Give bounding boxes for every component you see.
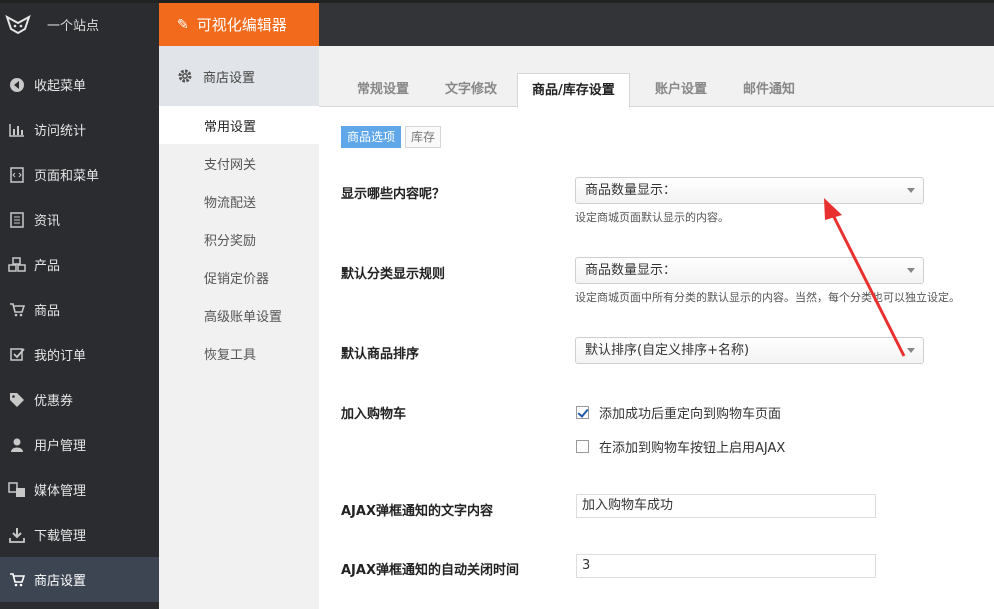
sidebar-item-label: 访问统计	[34, 124, 87, 139]
cart-redirect-checkbox[interactable]	[576, 406, 589, 419]
cart-redirect-option[interactable]: 添加成功后重定向到购物车页面	[576, 403, 781, 422]
user-icon	[8, 437, 26, 453]
site-name: 一个站点	[47, 19, 100, 34]
submenu-item-points[interactable]: 积分奖励	[159, 220, 319, 258]
category-display-select[interactable]: 商品数量显示：	[575, 257, 924, 284]
ajax-time-input[interactable]: 3	[576, 554, 876, 578]
chevron-down-icon	[907, 348, 915, 353]
sidebar-item-media[interactable]: 媒体管理	[0, 467, 159, 512]
visual-editor-label: 可视化编辑器	[196, 16, 287, 34]
default-sort-select[interactable]: 默认排序(自定义排序+名称)	[575, 337, 924, 364]
ajax-time-label: AJAX弹框通知的自动关闭时间	[341, 563, 519, 578]
sidebar-item-collapse[interactable]: 收起菜单	[0, 62, 159, 107]
ajax-text-label: AJAX弹框通知的文字内容	[341, 504, 493, 519]
visual-editor-button[interactable]: ✎ 可视化编辑器	[159, 3, 319, 46]
main-sidebar: 收起菜单 访问统计 页面和菜单 资讯 产品 商品 我的订单 优惠券 用户管理 媒…	[0, 46, 159, 609]
select-value: 商品数量显示：	[585, 183, 677, 198]
fox-logo-icon	[5, 14, 31, 34]
category-display-label: 默认分类显示规则	[341, 267, 446, 282]
sidebar-item-coupons[interactable]: 优惠券	[0, 377, 159, 422]
sidebar-item-pages[interactable]: 页面和菜单	[0, 152, 159, 197]
sidebar-item-downloads[interactable]: 下载管理	[0, 512, 159, 557]
main-content: 常规设置 文字修改 商品/库存设置 账户设置 邮件通知 商品选项 库存 显示哪些…	[319, 46, 994, 609]
tab-email[interactable]: 邮件通知	[729, 73, 809, 107]
top-bar: 一个站点 ✎ 可视化编辑器	[0, 0, 994, 46]
sidebar-item-users[interactable]: 用户管理	[0, 422, 159, 467]
submenu-label: 支付网关	[204, 157, 257, 173]
sidebar-item-label: 我的订单	[34, 349, 87, 364]
subtab-product-options[interactable]: 商品选项	[341, 126, 402, 148]
select-value: 商品数量显示：	[585, 263, 677, 278]
cart-ajax-label: 在添加到购物车按钮上启用AJAX	[599, 441, 786, 456]
site-logo-area[interactable]: 一个站点	[0, 3, 159, 46]
submenu-title: 商店设置	[203, 70, 256, 86]
cubes-icon	[8, 256, 26, 273]
sidebar-item-label: 资讯	[34, 214, 61, 229]
display-content-help: 设定商城页面默认显示的内容。	[575, 211, 729, 224]
sidebar-item-label: 媒体管理	[34, 484, 87, 499]
sidebar-item-shop-settings[interactable]: 商店设置	[0, 557, 159, 602]
submenu-label: 常用设置	[204, 119, 257, 135]
sidebar-item-label: 下载管理	[34, 529, 87, 544]
ajax-text-input[interactable]: 加入购物车成功	[576, 494, 876, 518]
page-icon	[8, 166, 26, 183]
tab-general[interactable]: 常规设置	[343, 73, 423, 107]
sidebar-item-label: 商店设置	[34, 574, 87, 589]
submenu-header: 商店设置	[159, 46, 319, 106]
chevron-down-icon	[907, 188, 915, 193]
magic-wand-icon: ✎	[177, 16, 189, 33]
sidebar-item-label: 页面和菜单	[34, 169, 100, 184]
sidebar-item-stats[interactable]: 访问统计	[0, 107, 159, 152]
tab-product-inventory[interactable]: 商品/库存设置	[517, 73, 630, 108]
chevron-down-icon	[907, 268, 915, 273]
cart-icon	[8, 302, 26, 318]
document-icon	[8, 211, 26, 228]
chart-icon	[8, 122, 26, 138]
submenu-item-restore[interactable]: 恢复工具	[159, 334, 319, 372]
checkbox-icon	[8, 347, 26, 363]
tab-text[interactable]: 文字修改	[431, 73, 511, 107]
submenu-item-payment[interactable]: 支付网关	[159, 144, 319, 182]
cart-ajax-option[interactable]: 在添加到购物车按钮上启用AJAX	[576, 437, 785, 456]
submenu-label: 高级账单设置	[204, 309, 283, 325]
display-content-label: 显示哪些内容呢？	[341, 187, 446, 202]
add-to-cart-label: 加入购物车	[341, 407, 407, 422]
display-content-select[interactable]: 商品数量显示：	[575, 177, 924, 204]
submenu-item-shipping[interactable]: 物流配送	[159, 182, 319, 220]
submenu-label: 积分奖励	[204, 233, 257, 249]
gear-icon	[178, 69, 192, 83]
sidebar-item-label: 产品	[34, 259, 61, 274]
sidebar-item-goods[interactable]: 商品	[0, 287, 159, 332]
subtab-inventory[interactable]: 库存	[405, 126, 442, 148]
tag-icon	[8, 392, 26, 408]
submenu-label: 恢复工具	[204, 347, 257, 363]
media-icon	[8, 481, 26, 498]
default-sort-label: 默认商品排序	[341, 347, 420, 362]
download-icon	[8, 527, 26, 543]
settings-submenu: 商店设置 常用设置 支付网关 物流配送 积分奖励 促销定价器 高级账单设置 恢复…	[159, 46, 319, 609]
cart-redirect-label: 添加成功后重定向到购物车页面	[599, 407, 782, 422]
settings-tabbar: 常规设置 文字修改 商品/库存设置 账户设置 邮件通知	[319, 46, 994, 108]
subtabs: 商品选项 库存	[341, 126, 445, 148]
sidebar-item-news[interactable]: 资讯	[0, 197, 159, 242]
sidebar-item-label: 用户管理	[34, 439, 87, 454]
submenu-label: 促销定价器	[204, 271, 270, 287]
category-display-help: 设定商城页面中所有分类的默认显示的内容。当然，每个分类也可以独立设定。	[575, 291, 960, 304]
cart-ajax-checkbox[interactable]	[576, 440, 589, 453]
submenu-item-pricing[interactable]: 促销定价器	[159, 258, 319, 296]
tab-account[interactable]: 账户设置	[641, 73, 721, 107]
sidebar-item-label: 收起菜单	[34, 79, 87, 94]
submenu-label: 物流配送	[204, 195, 257, 211]
collapse-icon	[8, 77, 26, 93]
sidebar-item-label: 商品	[34, 304, 61, 319]
cart-icon	[8, 572, 26, 588]
select-value: 默认排序(自定义排序+名称)	[585, 343, 750, 358]
sidebar-item-label: 优惠券	[34, 394, 74, 409]
sidebar-item-products[interactable]: 产品	[0, 242, 159, 287]
submenu-item-billing[interactable]: 高级账单设置	[159, 296, 319, 334]
sidebar-item-orders[interactable]: 我的订单	[0, 332, 159, 377]
submenu-item-general[interactable]: 常用设置	[159, 106, 319, 144]
